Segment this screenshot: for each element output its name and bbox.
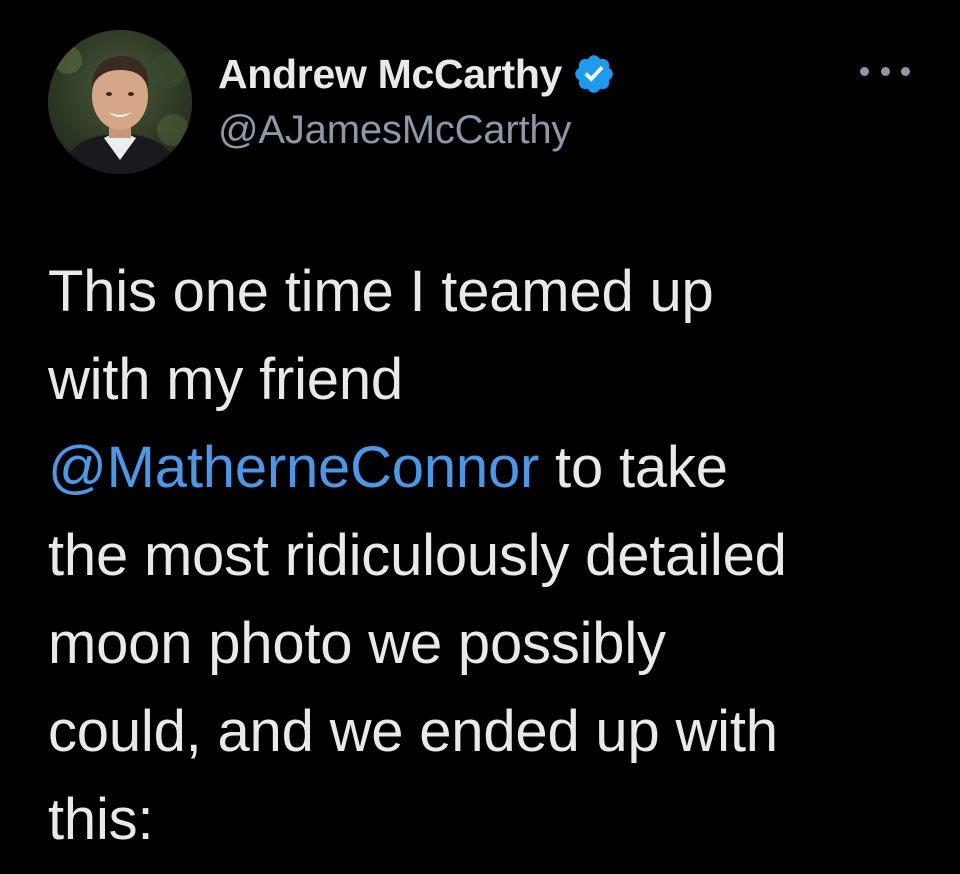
author-avatar[interactable]: [48, 30, 192, 174]
more-options-button[interactable]: [860, 56, 910, 86]
more-options-icon: [860, 66, 869, 76]
tweet-line-rest: to take: [539, 435, 728, 500]
more-options-icon-dot-2: [880, 66, 890, 76]
avatar-photo-icon: [48, 30, 192, 174]
author-name-row[interactable]: Andrew McCarthy: [218, 48, 616, 100]
tweet-line-with-mention: @MatherneConnor to take: [48, 424, 928, 512]
tweet-line: moon photo we possibly: [48, 611, 666, 676]
more-options-icon-dot-3: [901, 66, 910, 76]
verified-badge-icon: [572, 52, 616, 96]
tweet-line: with my friend: [48, 347, 403, 412]
tweet-line: could, and we ended up with: [48, 699, 778, 764]
tweet-line: This one time I teamed up: [48, 259, 714, 324]
mention-link[interactable]: @MatherneConnor: [48, 435, 539, 500]
author-display-name[interactable]: Andrew McCarthy: [218, 51, 562, 98]
tweet-card: Andrew McCarthy @AJamesMcCarthy This one…: [0, 0, 960, 874]
tweet-text: This one time I teamed up with my friend…: [48, 248, 928, 864]
author-handle[interactable]: @AJamesMcCarthy: [218, 108, 571, 153]
tweet-line: the most ridiculously detailed: [48, 523, 787, 588]
tweet-line: this:: [48, 787, 154, 852]
